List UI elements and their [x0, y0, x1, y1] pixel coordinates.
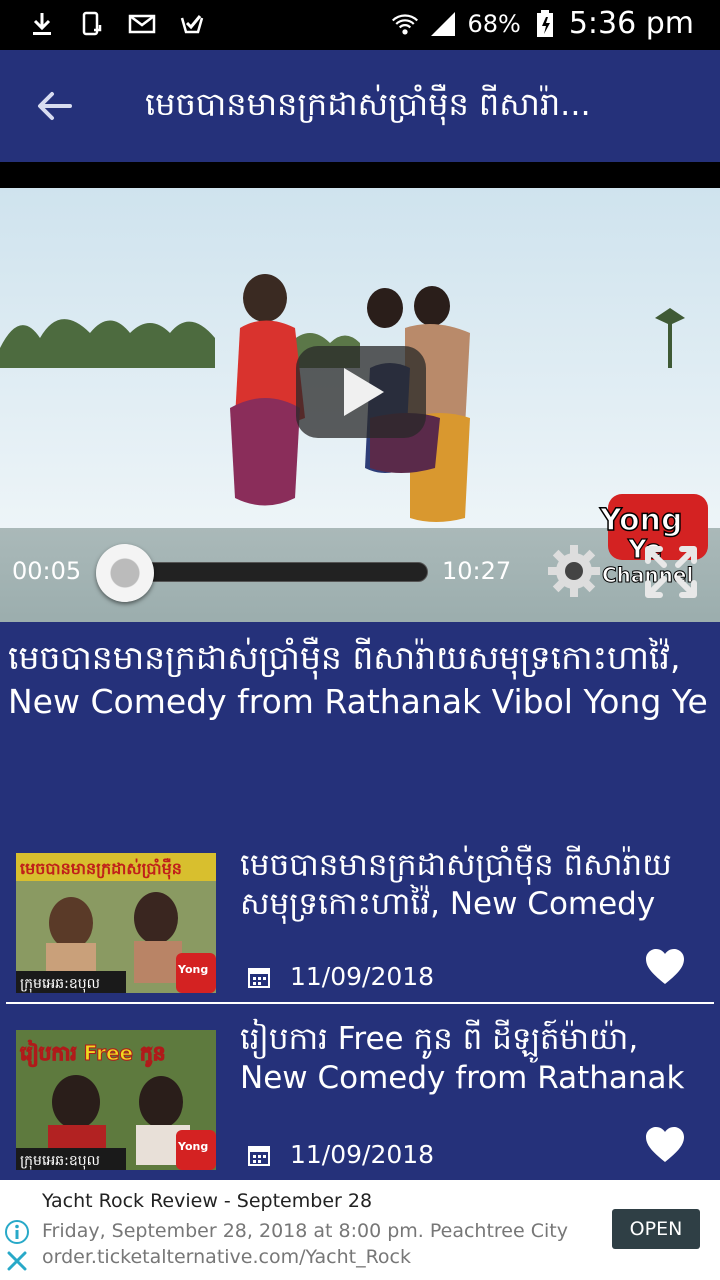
svg-text:មេចបានមានក្រដាស់ប្រាំម៉ឺន: មេចបានមានក្រដាស់ប្រាំម៉ឺន: [20, 858, 182, 880]
app-bar: មេចបានមានក្រដាស់ប្រាំម៉ឺន ពីសារ៉ា...: [0, 50, 720, 162]
signal-icon: [431, 11, 456, 36]
ad-title[interactable]: Yacht Rock Review - September 28: [42, 1190, 372, 1212]
video-thumbnail[interactable]: រៀបការ Free កូន ក្រុមអេឆ:ឧបុល Yong: [16, 1030, 216, 1170]
battery-icon: [536, 9, 553, 37]
calendar-icon: [248, 968, 270, 988]
svg-text:រៀបការ Free កូន: រៀបការ Free កូន: [20, 1040, 165, 1067]
ad-open-button[interactable]: OPEN: [612, 1209, 700, 1249]
arrow-left-icon[interactable]: [30, 86, 80, 126]
gear-icon[interactable]: [546, 543, 602, 599]
list-item[interactable]: រៀបការ Free កូន ក្រុមអេឆ:ឧបុល Yong រៀបកា…: [0, 1018, 720, 1188]
item-date: 11/09/2018: [290, 962, 435, 991]
info-icon[interactable]: [4, 1219, 30, 1245]
clock: 5:36 pm: [568, 6, 694, 41]
status-bar: 68% 5:36 pm: [0, 0, 720, 50]
page-title: មេចបានមានក្រដាស់ប្រាំម៉ឺន ពីសារ៉ា...: [145, 85, 591, 123]
download-icon: [33, 13, 51, 35]
seek-thumb[interactable]: [96, 544, 154, 602]
play-button[interactable]: [296, 346, 426, 438]
fullscreen-icon[interactable]: [642, 543, 700, 601]
wifi-icon: [392, 13, 419, 34]
screen-rotate-icon: [82, 11, 102, 36]
divider: [6, 1002, 714, 1004]
heart-icon[interactable]: [644, 948, 686, 986]
mail-icon: [128, 14, 156, 34]
calendar-icon: [248, 1146, 270, 1166]
svg-text:ក្រុមអេឆ:ឧបុល: ក្រុមអេឆ:ឧបុល: [20, 976, 100, 993]
svg-text:Yong: Yong: [599, 503, 682, 538]
svg-text:ក្រុមអេឆ:ឧបុល: ក្រុមអេឆ:ឧបុល: [20, 1153, 100, 1170]
checkbox-icon: [180, 15, 204, 34]
close-icon[interactable]: [6, 1250, 28, 1272]
ad-description: Friday, September 28, 2018 at 8:00 pm. P…: [42, 1220, 568, 1242]
svg-text:Yong: Yong: [177, 963, 208, 976]
ad-url[interactable]: order.ticketalternative.com/Yacht_Rock: [42, 1246, 411, 1268]
list-item[interactable]: មេចបានមានក្រដាស់ប្រាំម៉ឺន ក្រុមអេឆ:ឧបុល …: [0, 840, 720, 1010]
battery-percent: 68%: [467, 9, 521, 38]
seek-bar[interactable]: [120, 562, 428, 582]
svg-text:Yong: Yong: [177, 1140, 208, 1153]
item-title: មេចបានមានក្រដាស់ប្រាំម៉ឺន ពីសារ៉ាយសមុទ្រ…: [240, 847, 672, 922]
play-icon: [344, 368, 384, 416]
player-top-bar: [0, 162, 720, 190]
current-time: 00:05: [12, 557, 82, 585]
item-date: 11/09/2018: [290, 1140, 435, 1169]
total-time: 10:27: [442, 557, 512, 585]
video-title: មេចបានមានក្រដាស់ប្រាំម៉ឺន ពីសារ៉ាយសមុទ្រ…: [8, 638, 708, 721]
heart-icon[interactable]: [644, 1126, 686, 1164]
video-thumbnail[interactable]: មេចបានមានក្រដាស់ប្រាំម៉ឺន ក្រុមអេឆ:ឧបុល …: [16, 853, 216, 993]
item-title: រៀបការ Free កូន ពី ដីឡូត៍ម៉ាយ៉ា, New Com…: [240, 1021, 685, 1096]
